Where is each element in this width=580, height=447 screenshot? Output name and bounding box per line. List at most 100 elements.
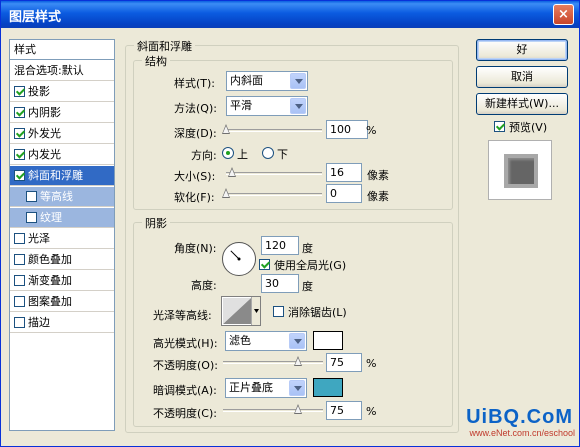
contour-dropdown-arrow[interactable] [251, 297, 260, 325]
title-bar[interactable]: 图层样式 × [1, 1, 579, 28]
size-label: 大小(S): [174, 170, 216, 183]
style-checkbox[interactable] [14, 149, 25, 160]
style-list-item[interactable]: 投影 [10, 82, 114, 102]
style-checkbox[interactable] [14, 296, 25, 307]
size-input[interactable]: 16 [326, 163, 362, 182]
depth-unit: % [366, 124, 377, 137]
style-list-item-label: 颜色叠加 [28, 253, 72, 266]
style-list-item[interactable]: 描边 [10, 313, 114, 333]
style-checkbox[interactable] [14, 128, 25, 139]
altitude-input[interactable]: 30 [261, 274, 299, 293]
technique-select[interactable]: 平滑 [226, 96, 308, 116]
style-checkbox[interactable] [14, 233, 25, 244]
chevron-down-icon[interactable] [289, 333, 305, 349]
chevron-down-icon[interactable] [289, 380, 305, 396]
depth-slider-thumb[interactable] [222, 124, 231, 135]
technique-label: 方法(Q): [174, 102, 217, 115]
style-list-item-label: 等高线 [40, 190, 73, 203]
chevron-down-icon[interactable] [290, 98, 306, 114]
style-list-item[interactable]: 外发光 [10, 124, 114, 144]
new-style-button[interactable]: 新建样式(W)... [476, 93, 568, 115]
style-preview [488, 140, 552, 200]
shadow-opacity-unit: % [366, 405, 377, 418]
style-checkbox[interactable] [14, 254, 25, 265]
direction-down-radio[interactable] [262, 147, 274, 159]
style-select-value: 内斜面 [230, 74, 263, 87]
style-label: 样式(T): [174, 77, 216, 90]
site-watermark: UiBQ.CoM www.eNet.com.cn/eschool [405, 406, 575, 442]
angle-dial[interactable] [221, 241, 257, 277]
angle-unit: 度 [302, 242, 313, 255]
style-checkbox[interactable] [14, 86, 25, 97]
highlight-opacity-slider[interactable] [223, 356, 323, 366]
style-list-item-label: 外发光 [28, 127, 61, 140]
technique-select-value: 平滑 [230, 99, 252, 112]
style-checkbox[interactable] [14, 317, 25, 328]
preview-checkbox[interactable] [494, 121, 505, 132]
global-light-label: 使用全局光(G) [274, 259, 347, 272]
style-list-item[interactable]: 图案叠加 [10, 292, 114, 312]
style-list-item[interactable]: 纹理 [10, 208, 114, 228]
direction-up-radio[interactable] [222, 147, 234, 159]
soften-unit: 像素 [367, 190, 389, 203]
shadow-opacity-slider[interactable] [223, 404, 323, 414]
style-list-item[interactable]: 内发光 [10, 145, 114, 165]
shadow-opacity-input[interactable]: 75 [326, 401, 362, 420]
style-list-item[interactable]: 内阴影 [10, 103, 114, 123]
altitude-unit: 度 [302, 280, 313, 293]
shadow-opacity-label: 不透明度(C): [153, 407, 217, 420]
styles-list-header[interactable]: 样式 [10, 40, 114, 60]
highlight-mode-select[interactable]: 滤色 [225, 331, 307, 351]
contour-icon [223, 298, 251, 324]
window-title: 图层样式 [9, 10, 62, 25]
antialias-checkbox[interactable] [273, 306, 284, 317]
gloss-contour-picker[interactable] [221, 296, 261, 326]
chevron-down-icon[interactable] [290, 73, 306, 89]
style-list-item[interactable]: 光泽 [10, 229, 114, 249]
shadow-mode-select[interactable]: 正片叠底 [225, 378, 307, 398]
depth-input[interactable]: 100 [326, 120, 368, 139]
bevel-emboss-title: 斜面和浮雕 [134, 38, 195, 54]
style-checkbox[interactable] [14, 275, 25, 286]
layer-style-dialog: 图层样式 × 样式 混合选项:默认 投影 内阴影 外发光 内发光 斜面和浮雕 等高线 纹理 光泽… [0, 0, 580, 447]
depth-slider[interactable] [222, 124, 322, 134]
close-button[interactable]: × [553, 4, 574, 25]
shadow-mode-label: 暗调模式(A): [153, 384, 217, 397]
highlight-opacity-thumb[interactable] [294, 356, 303, 367]
angle-input[interactable]: 120 [261, 236, 299, 255]
highlight-color-swatch[interactable] [313, 331, 343, 350]
style-checkbox[interactable] [14, 170, 25, 181]
soften-label: 软化(F): [174, 191, 215, 204]
style-list-item-label: 内发光 [28, 148, 61, 161]
soften-slider[interactable] [222, 188, 322, 198]
angle-label: 角度(N): [174, 242, 217, 255]
style-list-item[interactable]: 混合选项:默认 [10, 61, 114, 81]
preview-label: 预览(V) [509, 121, 548, 134]
style-select[interactable]: 内斜面 [226, 71, 308, 91]
global-light-checkbox[interactable] [259, 259, 270, 270]
soften-slider-thumb[interactable] [222, 188, 231, 199]
style-list-item[interactable]: 渐变叠加 [10, 271, 114, 291]
size-slider[interactable] [226, 167, 322, 177]
shadow-opacity-thumb[interactable] [294, 404, 303, 415]
shadow-color-swatch[interactable] [313, 378, 343, 397]
highlight-opacity-input[interactable]: 75 [326, 353, 362, 372]
style-checkbox[interactable] [26, 191, 37, 202]
structure-title: 结构 [142, 53, 170, 69]
highlight-mode-value: 滤色 [229, 334, 251, 347]
size-slider-thumb[interactable] [227, 167, 237, 178]
style-checkbox[interactable] [26, 212, 37, 223]
style-list-item-label: 混合选项:默认 [14, 64, 84, 77]
style-list-item[interactable]: 斜面和浮雕 [10, 166, 114, 186]
size-unit: 像素 [367, 169, 389, 182]
ok-button[interactable]: 好 [476, 39, 568, 61]
style-list-item[interactable]: 等高线 [10, 187, 114, 207]
cancel-button[interactable]: 取消 [476, 66, 568, 88]
style-list-item-label: 内阴影 [28, 106, 61, 119]
style-checkbox[interactable] [14, 107, 25, 118]
style-list-item[interactable]: 颜色叠加 [10, 250, 114, 270]
soften-input[interactable]: 0 [326, 184, 362, 203]
shading-title: 阴影 [142, 215, 170, 231]
styles-list: 样式 混合选项:默认投影内阴影外发光内发光斜面和浮雕等高线纹理 光泽颜色叠加渐变叠… [9, 39, 115, 431]
highlight-opacity-unit: % [366, 357, 377, 370]
